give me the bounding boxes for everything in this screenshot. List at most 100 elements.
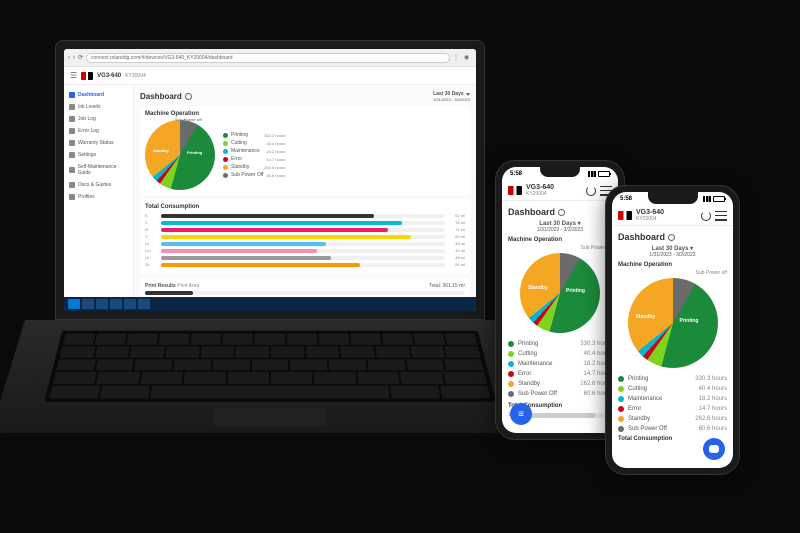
legend-item: Error14.7 hours [618, 404, 727, 414]
warranty-icon [69, 140, 75, 146]
date-range-selector[interactable]: Last 30 Days 1/31/2023 - 3/2/2023 [433, 91, 470, 102]
roland-logo [81, 72, 93, 80]
bar-track [161, 263, 445, 267]
task-item[interactable] [138, 299, 150, 309]
menu-icon[interactable] [715, 211, 727, 221]
fab-button[interactable]: ≡ [510, 403, 532, 425]
app-header: ☰ VG3-640 KY20004 [64, 67, 476, 85]
bar-track [161, 221, 445, 225]
bar-value: 45 ml [449, 241, 465, 246]
chevron-down-icon [466, 93, 470, 96]
date-range-selector[interactable]: Last 30 Days ▾ 1/31/2023 - 3/2/2023 [618, 245, 727, 258]
legend-item: Standby262.6 hours [508, 379, 612, 389]
legend-item: Error14.7 hours [223, 156, 285, 162]
sidebar: Dashboard Ink Levels Job Log Error Log W… [64, 85, 134, 297]
task-item[interactable] [124, 299, 136, 309]
back-icon[interactable]: ‹ [68, 55, 70, 61]
url-bar[interactable]: connect.rolanddg.com/#/devices/VG3-640_K… [86, 53, 450, 63]
sidebar-item-warranty[interactable]: Warranty Status [64, 137, 133, 149]
page-title: Dashboard [140, 92, 192, 101]
sidebar-item-dashboard[interactable]: Dashboard [64, 89, 133, 101]
trackpad [213, 408, 326, 426]
legend-item: Cutting40.4 hours [508, 349, 612, 359]
forward-icon[interactable]: › [73, 55, 75, 61]
bar-label: K [145, 213, 157, 218]
laptop-base [0, 320, 550, 433]
refresh-icon[interactable] [185, 93, 192, 100]
laptop-screen: ‹ › ⟳ connect.rolanddg.com/#/devices/VG3… [55, 40, 485, 320]
bar-value: 48 ml [449, 255, 465, 260]
bar-label: Or [145, 262, 157, 267]
signal-icon [588, 171, 596, 177]
bar-value: 78 ml [449, 220, 465, 225]
sidebar-item-errorlog[interactable]: Error Log [64, 125, 133, 137]
bar-row: Lm42 ml [145, 248, 465, 253]
browser-chrome: ‹ › ⟳ connect.rolanddg.com/#/devices/VG3… [64, 49, 476, 67]
sidebar-item-docs[interactable]: Docs & Guides [64, 179, 133, 191]
gear-icon [69, 152, 75, 158]
chat-fab[interactable] [703, 438, 725, 460]
device-serial: KY20004 [636, 216, 664, 222]
chat-icon [709, 445, 719, 453]
total-value: Total: 361.15 m² [429, 283, 465, 289]
legend-item: Sub Power Off60.6 hours [223, 172, 285, 178]
bar-row: Lk48 ml [145, 255, 465, 260]
joblog-icon [69, 116, 75, 122]
profile-icon[interactable]: ◉ [464, 54, 472, 62]
sidebar-item-profiles[interactable]: Profiles [64, 191, 133, 203]
device-name: VG3-640 [636, 209, 664, 216]
device-serial: KY20004 [526, 191, 554, 197]
bar-row: C 78 ml [145, 220, 465, 225]
page-title: Dashboard [618, 232, 727, 242]
ink-icon [69, 104, 75, 110]
bar-label: M [145, 227, 157, 232]
roland-logo [508, 186, 522, 195]
roland-logo [618, 211, 632, 220]
refresh-icon[interactable] [701, 211, 711, 221]
machine-operation-card: Machine Operation Printing Standby Sub P… [140, 106, 470, 195]
task-item[interactable] [96, 299, 108, 309]
legend-item: Printing330.3 hours [618, 374, 727, 384]
legend-item: Sub Power Off60.6 hours [508, 389, 612, 399]
reload-icon[interactable]: ⟳ [78, 54, 83, 61]
refresh-icon[interactable] [558, 209, 565, 216]
page-title: Dashboard [508, 207, 612, 217]
pie-label-printing: Printing [187, 150, 202, 155]
sub-power-label: Sub Power off [508, 245, 612, 251]
bar-label: C [145, 220, 157, 225]
bar-value: 82 ml [449, 234, 465, 239]
bar-label: Lm [145, 248, 157, 253]
sidebar-item-ink[interactable]: Ink Levels [64, 101, 133, 113]
pie-chart: Printing Standby [520, 253, 600, 333]
pie-label-standby: Standby [153, 148, 169, 153]
refresh-icon[interactable] [668, 234, 675, 241]
task-item[interactable] [110, 299, 122, 309]
sidebar-item-maint[interactable]: Self-Maintenance Guide [64, 161, 133, 179]
device-name: VG3-640 [526, 184, 554, 191]
bar-track [161, 228, 445, 232]
bar-track [161, 242, 445, 246]
start-button[interactable] [68, 299, 80, 309]
legend-item: Maintenance18.2 hours [223, 148, 285, 154]
errorlog-icon [69, 128, 75, 134]
keyboard [44, 331, 496, 402]
bar-track [161, 249, 445, 253]
laptop-device: ‹ › ⟳ connect.rolanddg.com/#/devices/VG3… [55, 40, 485, 470]
task-item[interactable] [82, 299, 94, 309]
print-results-card: Print Results Print Area Total: 361.15 m… [140, 278, 470, 297]
ext-icon[interactable]: ⋮ [453, 54, 461, 62]
legend-item: Cutting40.4 hours [618, 384, 727, 394]
refresh-icon[interactable] [586, 186, 596, 196]
bar-label: Lc [145, 241, 157, 246]
device-serial: KY20004 [125, 73, 146, 79]
date-range-selector[interactable]: Last 30 Days ▾ 1/31/2023 - 3/2/2023 [508, 220, 612, 233]
sidebar-item-settings[interactable]: Settings [64, 149, 133, 161]
card-title: Total Consumption [145, 204, 465, 210]
bar-row: Or55 ml [145, 262, 465, 267]
time: 5:58 [620, 196, 632, 202]
menu-icon[interactable]: ☰ [70, 71, 77, 80]
sidebar-item-joblog[interactable]: Job Log [64, 113, 133, 125]
battery-icon [598, 171, 610, 177]
consumption-card: Total Consumption K62 mlC78 mlM71 mlY82 … [140, 199, 470, 274]
windows-taskbar[interactable] [64, 297, 476, 311]
